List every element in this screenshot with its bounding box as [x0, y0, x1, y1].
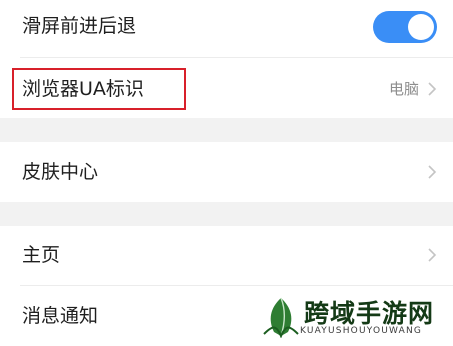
- swipe-nav-toggle[interactable]: [373, 11, 437, 43]
- chevron-right-icon: [428, 248, 437, 262]
- highlight-box: [12, 68, 186, 110]
- setting-label-swipe-nav: 滑屏前进后退: [22, 15, 137, 37]
- watermark-title: 跨域手游网: [304, 299, 435, 328]
- leaf-logo-icon: [263, 297, 299, 338]
- setting-row-swipe-nav[interactable]: 滑屏前进后退: [0, 0, 453, 56]
- chevron-right-icon: [428, 82, 437, 96]
- toggle-knob: [408, 14, 434, 40]
- setting-row-home[interactable]: 主页: [0, 226, 453, 285]
- setting-value-browser-ua: 电脑: [388, 80, 419, 98]
- section-separator: [0, 202, 453, 226]
- setting-row-skin-center[interactable]: 皮肤中心: [0, 142, 453, 202]
- section-separator: [0, 118, 453, 142]
- setting-label-home: 主页: [22, 244, 61, 266]
- setting-label-skin-center: 皮肤中心: [22, 161, 99, 183]
- watermark-subtitle: KUAYUSHOUYOUWANG: [300, 326, 423, 336]
- chevron-right-icon: [428, 165, 437, 179]
- setting-label-notifications: 消息通知: [22, 305, 99, 327]
- watermark: 跨域手游网 KUAYUSHOUYOUWANG: [258, 292, 448, 346]
